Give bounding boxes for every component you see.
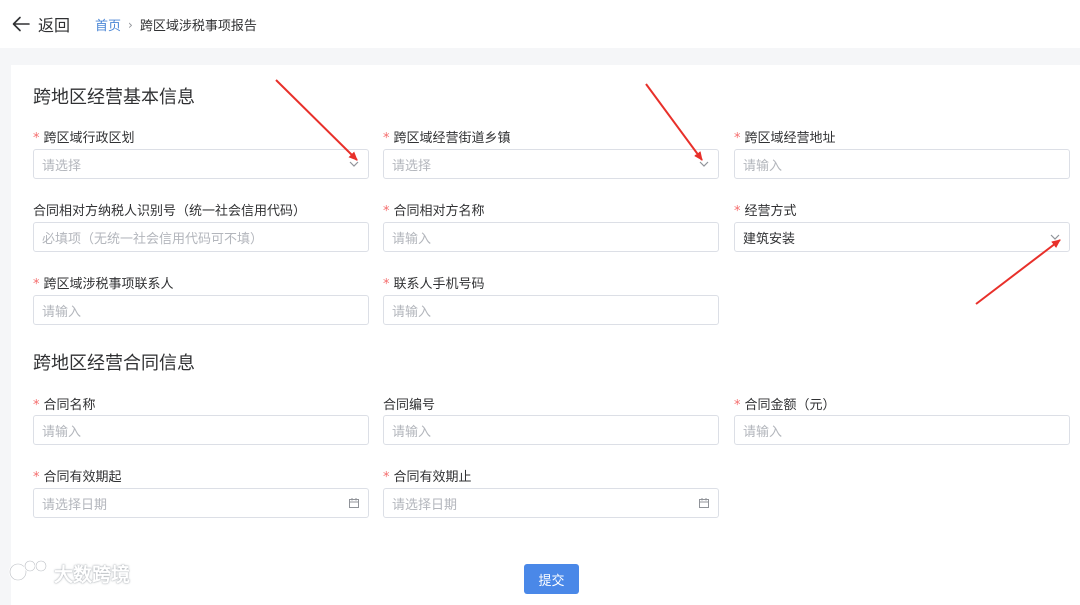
label-business-mode: * 经营方式 xyxy=(734,204,797,219)
valid-from-date-picker[interactable]: 请选择日期 xyxy=(33,488,369,518)
required-mark: * xyxy=(734,204,741,219)
label-contract-name: * 合同名称 xyxy=(33,398,96,413)
top-bar: 返回 首页 › 跨区域涉税事项报告 xyxy=(0,0,1080,48)
breadcrumb: 首页 › 跨区域涉税事项报告 xyxy=(95,15,257,35)
label-region: * 跨区域行政区划 xyxy=(33,131,135,146)
required-mark: * xyxy=(383,277,390,292)
business-mode-select[interactable]: 建筑安装 xyxy=(734,222,1070,252)
label-valid-to: * 合同有效期止 xyxy=(383,470,472,485)
breadcrumb-home-link[interactable]: 首页 xyxy=(95,15,121,34)
back-label: 返回 xyxy=(38,16,71,35)
section-title-basic: 跨地区经营基本信息 xyxy=(33,87,195,108)
back-button[interactable]: 返回 xyxy=(12,12,70,36)
calendar-icon xyxy=(348,497,360,513)
calendar-icon xyxy=(698,497,710,513)
label-contract-no: 合同编号 xyxy=(383,398,436,413)
required-mark: * xyxy=(734,398,741,413)
breadcrumb-current: 跨区域涉税事项报告 xyxy=(139,19,257,34)
logo-icon xyxy=(8,558,50,588)
watermark: 大数跨境 xyxy=(8,558,130,588)
contract-amount-input[interactable]: 请输入 xyxy=(734,415,1070,445)
section-title-contract: 跨地区经营合同信息 xyxy=(33,353,195,374)
chevron-down-icon xyxy=(698,158,710,174)
required-mark: * xyxy=(383,204,390,219)
label-phone: * 联系人手机号码 xyxy=(383,277,485,292)
street-select[interactable]: 请选择 xyxy=(383,149,719,179)
label-counterparty: * 合同相对方名称 xyxy=(383,204,485,219)
chevron-down-icon xyxy=(1049,231,1061,247)
region-select[interactable]: 请选择 xyxy=(33,149,369,179)
label-contract-amount: * 合同金额（元） xyxy=(734,398,836,413)
contract-name-input[interactable]: 请输入 xyxy=(33,415,369,445)
required-mark: * xyxy=(33,398,40,413)
breadcrumb-separator: › xyxy=(128,17,133,32)
form-card xyxy=(11,65,1080,605)
required-mark: * xyxy=(383,131,390,146)
chevron-down-icon xyxy=(348,158,360,174)
counterparty-input[interactable]: 请输入 xyxy=(383,222,719,252)
phone-input[interactable]: 请输入 xyxy=(383,295,719,325)
label-taxpayer-id: 合同相对方纳税人识别号（统一社会信用代码） xyxy=(33,204,307,219)
label-valid-from: * 合同有效期起 xyxy=(33,470,122,485)
required-mark: * xyxy=(33,277,40,292)
label-contact: * 跨区域涉税事项联系人 xyxy=(33,277,174,292)
submit-button[interactable]: 提交 xyxy=(524,564,579,594)
contract-no-input[interactable]: 请输入 xyxy=(383,415,719,445)
arrow-left-icon xyxy=(12,16,30,32)
taxpayer-id-input[interactable]: 必填项（无统一社会信用代码可不填） xyxy=(33,222,369,252)
label-address: * 跨区域经营地址 xyxy=(734,131,836,146)
required-mark: * xyxy=(734,131,741,146)
watermark-text: 大数跨境 xyxy=(54,563,131,586)
contact-input[interactable]: 请输入 xyxy=(33,295,369,325)
label-street: * 跨区域经营街道乡镇 xyxy=(383,131,511,146)
address-input[interactable]: 请输入 xyxy=(734,149,1070,179)
required-mark: * xyxy=(383,470,390,485)
required-mark: * xyxy=(33,470,40,485)
required-mark: * xyxy=(33,131,40,146)
valid-to-date-picker[interactable]: 请选择日期 xyxy=(383,488,719,518)
